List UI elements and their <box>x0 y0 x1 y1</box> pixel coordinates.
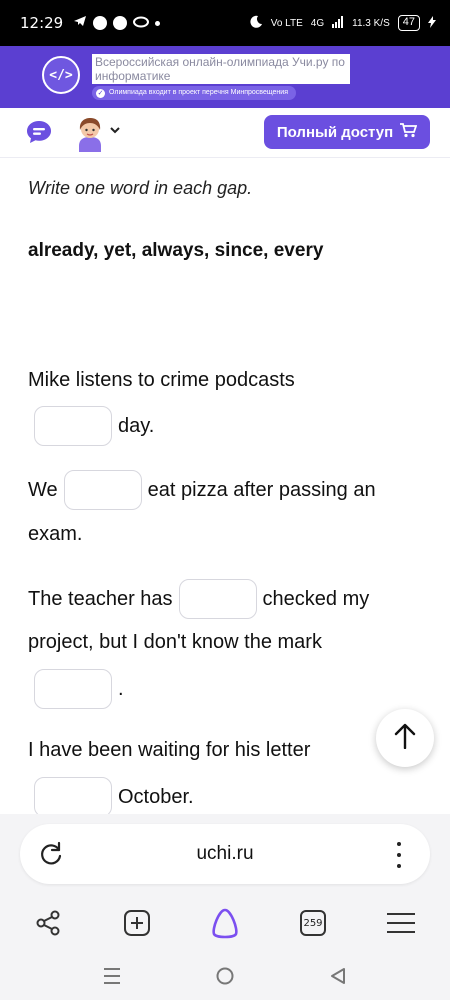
gap-input-5[interactable] <box>34 777 112 814</box>
sentence-3-line-1: The teacher has checked my <box>28 578 369 620</box>
new-tab-icon[interactable] <box>120 906 154 940</box>
address-bar[interactable]: uchi.ru <box>20 824 430 884</box>
reload-icon[interactable] <box>38 841 64 867</box>
scroll-to-top-button[interactable] <box>376 709 434 767</box>
sentence-text: I have been waiting for his letter <box>28 738 311 761</box>
recents-icon[interactable] <box>100 964 124 988</box>
olympiad-banner[interactable]: </> Всероссийская онлайн-олимпиада Учи.р… <box>0 46 450 108</box>
full-access-label: Полный доступ <box>276 123 394 141</box>
sentence-text: eat pizza after passing an <box>147 478 376 501</box>
sentence-text: exam. <box>28 522 83 545</box>
menu-icon[interactable] <box>384 906 418 940</box>
url-text[interactable]: uchi.ru <box>20 824 430 884</box>
sentence-1-line-2: day. <box>28 405 154 447</box>
system-indicators: Vo LTE 4G 11.3 K/S 47 <box>249 15 436 32</box>
battery-indicator: 47 <box>397 15 420 31</box>
telegram-icon <box>73 14 87 32</box>
volte-label: Vo LTE <box>270 17 303 29</box>
signal-label: 4G <box>310 17 325 29</box>
moon-icon <box>249 15 263 32</box>
sentence-3-line-2: project, but I don't know the mark <box>28 628 322 656</box>
status-bar: 12:29 Vo LTE 4G 11.3 K/S 47 <box>0 0 450 46</box>
sentence-3-line-3: . <box>28 668 124 710</box>
banner-title: Всероссийская онлайн-олимпиада Учи.ру по… <box>92 54 350 84</box>
full-access-button[interactable]: Полный доступ <box>264 115 430 149</box>
sentence-text: We <box>28 478 58 501</box>
sentence-4-line-1: I have been waiting for his letter <box>28 736 310 764</box>
banner-note-text: Олимпиада входит в проект перечня Минпро… <box>109 89 288 96</box>
banner-note: ✓ Олимпиада входит в проект перечня Минп… <box>92 86 296 100</box>
exercise-content: Write one word in each gap. already, yet… <box>0 158 450 814</box>
system-navigation-bar <box>0 952 450 1000</box>
gap-input-1[interactable] <box>34 406 112 446</box>
back-icon[interactable] <box>326 964 350 988</box>
sentence-text: October. <box>118 785 194 808</box>
word-bank: already, yet, always, since, every <box>28 240 324 261</box>
browser-address-area: uchi.ru <box>0 814 450 902</box>
sentence-4-line-2: October. <box>28 776 194 814</box>
sentence-text: The teacher has <box>28 587 173 610</box>
more-menu-icon[interactable] <box>392 842 406 868</box>
avatar[interactable] <box>74 116 106 152</box>
sentence-2-line-1: We eat pizza after passing an <box>28 469 376 511</box>
messenger-icon <box>93 16 108 30</box>
charging-icon <box>428 15 436 31</box>
signal-icon <box>332 15 344 31</box>
net-speed: 11.3 K/S <box>352 17 390 29</box>
dot-icon <box>155 20 161 26</box>
check-icon: ✓ <box>96 88 105 98</box>
arrow-up-icon <box>394 723 416 754</box>
home-icon[interactable] <box>213 964 237 988</box>
share-icon[interactable] <box>31 906 65 940</box>
instruction-text: Write one word in each gap. <box>28 178 253 198</box>
alice-assistant-icon[interactable] <box>208 906 242 940</box>
sentence-text: Mike listens to crime podcasts <box>28 368 295 391</box>
browser-toolbar: 259 <box>0 902 450 952</box>
tabs-button[interactable]: 259 <box>296 906 330 940</box>
chat-bubble-icon <box>113 16 128 30</box>
sentence-text: . <box>118 677 124 700</box>
chevron-down-icon[interactable] <box>109 123 121 135</box>
sentence-text: checked my <box>262 587 370 610</box>
link-icon <box>133 15 150 32</box>
gap-input-3[interactable] <box>178 579 257 619</box>
gap-input-4[interactable] <box>34 669 112 709</box>
cart-icon <box>399 122 418 142</box>
code-logo-icon: </> <box>42 56 80 94</box>
sentence-1-line-1: Mike listens to crime podcasts <box>28 366 295 394</box>
notification-icons <box>73 14 161 32</box>
sentence-text: day. <box>118 414 155 437</box>
chat-icon[interactable] <box>26 120 52 144</box>
tab-count: 259 <box>300 910 326 936</box>
sentence-text: project, but I don't know the mark <box>28 630 322 653</box>
status-time: 12:29 <box>20 14 64 32</box>
gap-input-2[interactable] <box>63 470 142 510</box>
app-header: Полный доступ <box>0 108 450 158</box>
sentence-2-line-2: exam. <box>28 520 82 548</box>
